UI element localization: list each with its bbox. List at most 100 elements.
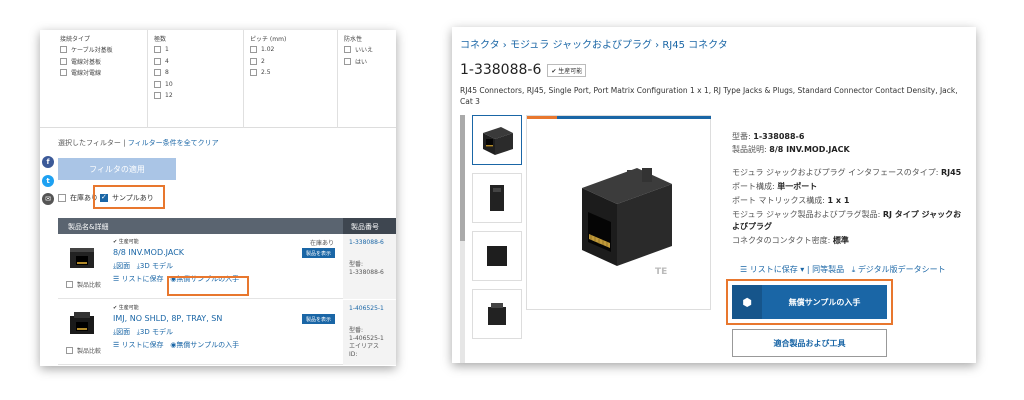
filter-option[interactable]: 8: [148, 67, 243, 79]
product-thumbnail[interactable]: [66, 310, 98, 338]
filter-title: ピッチ (mm): [250, 36, 287, 43]
page-title: 1-338088-6 ✔ 生産可能: [460, 62, 587, 78]
chevron-right-icon: ›: [502, 40, 507, 51]
save-to-list-link[interactable]: リストに保存: [122, 341, 164, 349]
3d-model-link[interactable]: 3D モデル: [140, 262, 173, 270]
doc-links: ⤓図面 ⤓3D モデル: [113, 261, 173, 271]
apply-filter-button[interactable]: フィルタの適用: [58, 158, 176, 180]
scrollbar-thumb[interactable]: [460, 115, 465, 241]
free-sample-link[interactable]: 無償サンプルの入手: [176, 341, 239, 349]
compare-toggle[interactable]: 製品比較: [66, 346, 101, 355]
accent-bar-blue: [557, 116, 711, 119]
checkbox[interactable]: [250, 57, 257, 65]
checkbox[interactable]: [154, 46, 161, 54]
checkbox[interactable]: [60, 46, 67, 54]
filter-title: 極数: [154, 36, 167, 43]
spec-description: 製品説明: 8/8 INV.MOD.JACK: [732, 145, 850, 154]
gallery-thumbnail[interactable]: [472, 231, 522, 281]
jack-front-image: [483, 127, 513, 155]
twitter-icon[interactable]: t: [42, 175, 54, 187]
save-to-list-link[interactable]: リストに保存: [122, 275, 164, 283]
part-number-cell: 1-406525-1 型番: 1-406525-1 エイリアス ID:: [343, 300, 396, 365]
compare-toggle[interactable]: 製品比較: [66, 280, 101, 289]
checkbox[interactable]: [250, 46, 257, 54]
spec-port-matrix: ポート マトリックス構成: 1 x 1: [732, 196, 850, 205]
save-to-list-dropdown[interactable]: リストに保存 ▾: [750, 265, 805, 274]
breadcrumb-rj45[interactable]: RJ45 コネクタ: [662, 40, 727, 51]
product-detail-panel: コネクタ › モジュラ ジャックおよびプラグ › RJ45 コネクタ 1-338…: [452, 27, 976, 363]
product-main-image[interactable]: TE: [526, 115, 711, 310]
jack-side-image: [490, 185, 504, 211]
part-number-link[interactable]: 1-406525-1: [349, 305, 396, 313]
jack-bottom-image: [488, 303, 506, 325]
checkbox[interactable]: [60, 69, 67, 77]
filter-option[interactable]: いいえ: [338, 44, 396, 56]
clear-filters-link[interactable]: フィルター条件を全てクリア: [128, 139, 219, 147]
highlight-box: [167, 276, 249, 296]
product-name-link[interactable]: IMJ, NO SHLD, 8P, TRAY, SN: [113, 314, 222, 323]
checkbox[interactable]: [154, 57, 161, 65]
filter-option[interactable]: はい: [338, 56, 396, 68]
filter-option[interactable]: 2: [244, 56, 337, 68]
gallery-thumbnail[interactable]: [472, 289, 522, 339]
checkbox[interactable]: [250, 69, 257, 77]
part-number-cell: 1-338088-6 型番: 1-338088-6: [343, 234, 396, 299]
part-number-link[interactable]: 1-338088-6: [349, 239, 396, 247]
datasheet-link[interactable]: デジタル版データシート: [858, 265, 946, 274]
checkbox[interactable]: [154, 92, 161, 100]
list-icon: ☰: [740, 265, 748, 274]
filter-option[interactable]: 電線対基板: [54, 56, 147, 68]
mail-icon[interactable]: ✉: [42, 193, 54, 205]
checkbox[interactable]: [344, 57, 351, 65]
product-actions: ☰ リストに保存 ▾ | 同等製品 ⤓ デジタル版データシート: [740, 265, 946, 274]
product-name-link[interactable]: 8/8 INV.MOD.JACK: [113, 248, 184, 257]
gallery-scrollbar[interactable]: [460, 115, 465, 363]
row-actions: ☰ リストに保存 ◉無償サンプルの入手: [113, 340, 239, 350]
checkbox[interactable]: [154, 69, 161, 77]
filter-column-pitch: ピッチ (mm) 1.02 2 2.5: [244, 30, 338, 128]
checkbox[interactable]: [344, 46, 351, 54]
gallery-thumbnail[interactable]: [472, 115, 522, 165]
filter-option[interactable]: ケーブル対基板: [54, 44, 147, 56]
compatible-tools-button[interactable]: 適合製品および工具: [732, 329, 887, 357]
filter-column-connection-type: 接続タイプ ケーブル対基板 電線対基板 電線対電線: [54, 30, 148, 128]
spec-port-config: ポート構成: 単一ポート: [732, 182, 818, 191]
filter-option[interactable]: 2.5: [244, 67, 337, 79]
filter-option[interactable]: 12: [148, 90, 243, 102]
table-row: ✔ 生産可能 IMJ, NO SHLD, 8P, TRAY, SN ⤓図面 ⤓3…: [58, 300, 396, 365]
facebook-icon[interactable]: f: [42, 156, 54, 168]
show-product-button[interactable]: 製品を表示: [302, 248, 335, 258]
chevron-right-icon: ›: [655, 40, 660, 51]
equivalent-products-link[interactable]: 同等製品: [812, 265, 844, 274]
breadcrumb-modular-jacks[interactable]: モジュラ ジャックおよびプラグ: [510, 40, 652, 51]
compare-checkbox[interactable]: [66, 281, 73, 288]
column-header-name: 製品名&詳細: [68, 223, 109, 231]
drawing-link[interactable]: 図面: [116, 262, 130, 270]
show-product-button[interactable]: 製品を表示: [302, 314, 335, 324]
checkbox[interactable]: [154, 80, 161, 88]
jack-back-image: [487, 246, 507, 266]
compare-checkbox[interactable]: [66, 347, 73, 354]
breadcrumb-connectors[interactable]: コネクタ: [460, 40, 500, 51]
filter-title: 接続タイプ: [60, 36, 91, 43]
filter-option[interactable]: 1.02: [244, 44, 337, 56]
in-stock-filter[interactable]: 在庫あり: [58, 193, 98, 203]
selected-filters: 選択したフィルター | フィルター条件を全てクリア: [58, 139, 219, 147]
list-icon: ☰: [113, 275, 120, 283]
filter-results-panel: 接続タイプ ケーブル対基板 電線対基板 電線対電線 極数 1 4 8 10 12…: [40, 30, 396, 366]
download-icon: ⤓: [851, 265, 856, 274]
status-badge: ✔ 生産可能: [113, 305, 139, 311]
drawing-link[interactable]: 図面: [116, 328, 130, 336]
doc-links: ⤓図面 ⤓3D モデル: [113, 327, 173, 337]
spec-interface-type: モジュラ ジャックおよびプラグ インタフェースのタイプ: RJ45: [732, 168, 962, 177]
filter-option[interactable]: 4: [148, 56, 243, 68]
filter-option[interactable]: 電線対電線: [54, 67, 147, 79]
filter-option[interactable]: 10: [148, 79, 243, 91]
product-thumbnail[interactable]: [66, 244, 98, 272]
filter-option[interactable]: 1: [148, 44, 243, 56]
in-stock-checkbox[interactable]: [58, 194, 66, 202]
gallery-thumbnail[interactable]: [472, 173, 522, 223]
3d-model-link[interactable]: 3D モデル: [140, 328, 173, 336]
status-badge: ✔ 生産可能: [547, 63, 587, 77]
checkbox[interactable]: [60, 57, 67, 65]
